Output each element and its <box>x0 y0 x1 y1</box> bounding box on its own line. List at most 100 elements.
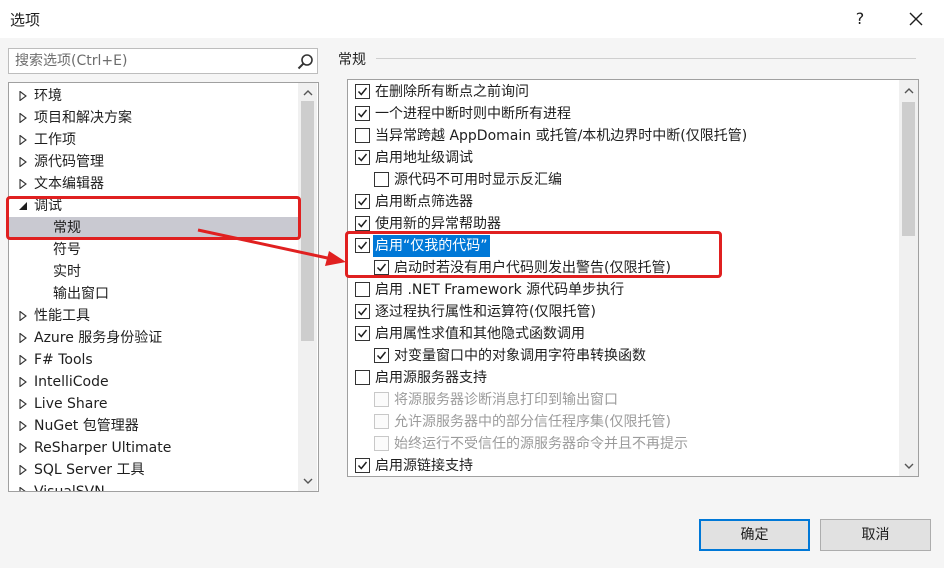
collapsed-arrow-icon[interactable] <box>18 179 28 189</box>
option-checkbox[interactable] <box>355 370 370 385</box>
scroll-thumb[interactable] <box>301 101 314 341</box>
tree-item[interactable]: 项目和解决方案 <box>9 107 299 129</box>
scroll-thumb[interactable] <box>902 102 915 236</box>
options-scrollbar[interactable] <box>899 80 918 476</box>
tree-item[interactable]: SQL Server 工具 <box>9 459 299 481</box>
option-checkbox[interactable] <box>355 326 370 341</box>
tree-item[interactable]: 工作项 <box>9 129 299 151</box>
option-label: 逐过程执行属性和运算符(仅限托管) <box>375 304 596 320</box>
tree-item-label: 性能工具 <box>34 308 90 324</box>
collapsed-arrow-icon[interactable] <box>18 399 28 409</box>
checkmark-icon <box>357 461 368 470</box>
checkmark-icon <box>376 351 387 360</box>
tree-scrollbar[interactable] <box>298 83 317 491</box>
help-button[interactable]: ? <box>847 6 873 32</box>
collapsed-arrow-icon[interactable] <box>18 135 28 145</box>
option-checkbox[interactable] <box>355 282 370 297</box>
collapsed-arrow-icon[interactable] <box>18 333 28 343</box>
collapsed-arrow-icon[interactable] <box>18 311 28 321</box>
option-label: 始终运行不受信任的源服务器命令并且不再提示 <box>394 436 688 452</box>
scroll-down-arrow[interactable] <box>899 458 918 474</box>
ok-button[interactable]: 确定 <box>699 519 810 551</box>
chevron-up-icon <box>904 88 913 94</box>
section-title: 常规 <box>338 52 366 68</box>
collapsed-arrow-icon[interactable] <box>18 377 28 387</box>
tree-item[interactable]: 实时 <box>9 261 299 283</box>
tree-item-label: 输出窗口 <box>53 286 109 302</box>
option-label: 启用源服务器支持 <box>375 370 487 386</box>
tree-item[interactable]: 输出窗口 <box>9 283 299 305</box>
option-checkbox[interactable] <box>355 216 370 231</box>
checkmark-icon <box>357 307 368 316</box>
chevron-down-icon <box>904 463 913 469</box>
collapsed-arrow-icon[interactable] <box>18 465 28 475</box>
tree-item[interactable]: VisualSVN <box>9 481 299 492</box>
option-checkbox[interactable] <box>374 172 389 187</box>
tree-item-label: Live Share <box>34 396 108 412</box>
chevron-down-icon <box>303 478 312 484</box>
option-checkbox <box>374 392 389 407</box>
option-checkbox <box>374 414 389 429</box>
option-checkbox[interactable] <box>355 128 370 143</box>
checkmark-icon <box>357 219 368 228</box>
tree-item[interactable]: Azure 服务身份验证 <box>9 327 299 349</box>
collapsed-arrow-icon[interactable] <box>18 421 28 431</box>
tree-item-label: 环境 <box>34 88 62 104</box>
window-title: 选项 <box>10 11 41 29</box>
collapsed-arrow-icon[interactable] <box>18 91 28 101</box>
tree-item-label: IntelliCode <box>34 374 109 390</box>
tree-item-label: 实时 <box>53 264 81 280</box>
close-button[interactable] <box>903 6 929 32</box>
search-icon[interactable] <box>297 53 314 70</box>
option-checkbox[interactable] <box>355 458 370 473</box>
search-box <box>8 48 318 74</box>
checkmark-icon <box>357 329 368 338</box>
checkmark-icon <box>357 153 368 162</box>
tree-item-label: 源代码管理 <box>34 154 104 170</box>
tree-item[interactable]: NuGet 包管理器 <box>9 415 299 437</box>
collapsed-arrow-icon[interactable] <box>18 443 28 453</box>
tree-item-label: F# Tools <box>34 352 93 368</box>
option-label: 启用断点筛选器 <box>375 194 473 210</box>
search-input[interactable] <box>9 49 301 73</box>
cancel-button[interactable]: 取消 <box>820 519 931 551</box>
tree-item[interactable]: Live Share <box>9 393 299 415</box>
tree-item[interactable]: 源代码管理 <box>9 151 299 173</box>
checkmark-icon <box>357 197 368 206</box>
option-label: 在删除所有断点之前询问 <box>375 84 529 100</box>
tree-item-label: Azure 服务身份验证 <box>34 330 163 346</box>
tree-item[interactable]: 性能工具 <box>9 305 299 327</box>
tree-item-label: 项目和解决方案 <box>34 110 132 126</box>
collapsed-arrow-icon[interactable] <box>18 157 28 167</box>
scroll-up-arrow[interactable] <box>298 85 317 101</box>
title-bar: 选项 ? <box>0 0 944 38</box>
option-label: 启用地址级调试 <box>375 150 473 166</box>
scroll-down-arrow[interactable] <box>298 473 317 489</box>
tree-item-label: NuGet 包管理器 <box>34 418 139 434</box>
option-checkbox[interactable] <box>355 194 370 209</box>
collapsed-arrow-icon[interactable] <box>18 487 28 492</box>
option-label: 将源服务器诊断消息打印到输出窗口 <box>394 392 618 408</box>
tree-item[interactable]: ReSharper Ultimate <box>9 437 299 459</box>
tree-item-label: 符号 <box>53 242 81 258</box>
option-label: 源代码不可用时显示反汇编 <box>394 172 562 188</box>
tree-item-label: 文本编辑器 <box>34 176 104 192</box>
option-checkbox[interactable] <box>355 304 370 319</box>
option-checkbox[interactable] <box>355 106 370 121</box>
tree-item[interactable]: 文本编辑器 <box>9 173 299 195</box>
option-label: 允许源服务器中的部分信任程序集(仅限托管) <box>394 414 671 430</box>
tree-item[interactable]: F# Tools <box>9 349 299 371</box>
section-divider <box>376 58 916 59</box>
tree-item[interactable]: 符号 <box>9 239 299 261</box>
collapsed-arrow-icon[interactable] <box>18 355 28 365</box>
option-checkbox[interactable] <box>355 150 370 165</box>
tree-item[interactable]: IntelliCode <box>9 371 299 393</box>
collapsed-arrow-icon[interactable] <box>18 113 28 123</box>
options-list: 在删除所有断点之前询问 一个进程中断时则中断所有进程 当异常跨越 AppDomain… <box>347 79 919 477</box>
option-checkbox[interactable] <box>355 84 370 99</box>
scroll-up-arrow[interactable] <box>899 83 918 99</box>
tree-item-label: 工作项 <box>34 132 76 148</box>
option-checkbox[interactable] <box>374 348 389 363</box>
tree-item[interactable]: 环境 <box>9 85 299 107</box>
tree-item-label: ReSharper Ultimate <box>34 440 172 456</box>
